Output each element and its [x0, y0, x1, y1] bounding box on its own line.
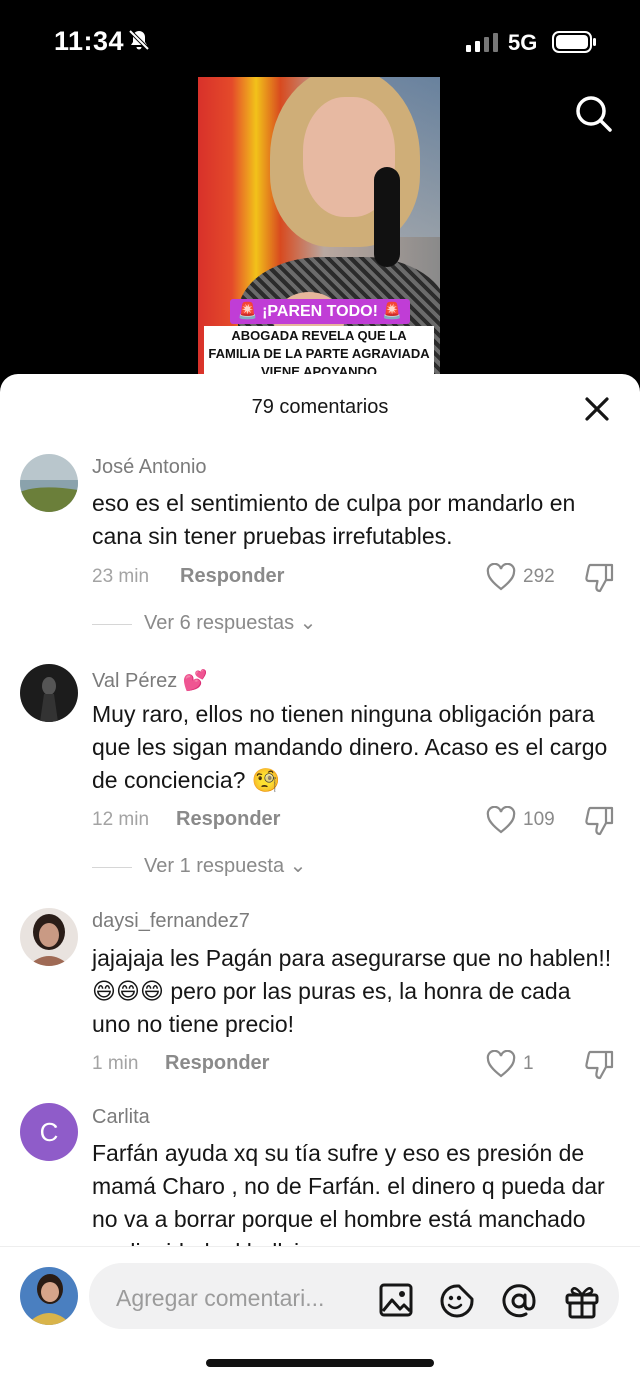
avatar[interactable]: C	[20, 1103, 78, 1161]
comment-item: Val Pérez 💕 Muy raro, ellos no tienen ni…	[0, 660, 640, 890]
comment-text: Muy raro, ellos no tienen ninguna obliga…	[92, 701, 608, 793]
video-preview[interactable]: 🚨 ¡PAREN TODO! 🚨 ABOGADA REVELA QUE LA F…	[198, 77, 440, 377]
like-count: 1	[523, 1053, 534, 1074]
gift-icon[interactable]	[565, 1283, 599, 1324]
comments-count: 79 comentarios	[251, 396, 389, 418]
comment-time: 12 min	[92, 809, 150, 830]
dislike-icon[interactable]	[584, 805, 614, 842]
image-icon[interactable]	[379, 1283, 413, 1322]
comment-time: 23 min	[92, 566, 150, 587]
reply-button[interactable]: Responder	[180, 565, 284, 588]
replies-divider	[92, 624, 132, 625]
comment-username[interactable]: Val Pérez 💕	[92, 668, 208, 693]
heart-icon[interactable]	[486, 805, 516, 839]
comment-item: daysi_fernandez7 jajajaja les Pagán para…	[0, 904, 640, 1104]
chevron-down-icon: ⌄	[289, 855, 307, 877]
view-replies-label: Ver 6 respuestas ⌄	[144, 612, 317, 634]
dislike-icon[interactable]	[584, 1049, 614, 1086]
video-caption: ABOGADA REVELA QUE LA FAMILIA DE LA PART…	[204, 326, 434, 377]
dislike-icon[interactable]	[584, 562, 614, 599]
close-icon[interactable]	[583, 395, 611, 428]
avatar[interactable]	[20, 1267, 78, 1325]
view-replies-button[interactable]: Ver 6 respuestas ⌄	[92, 610, 392, 640]
comments-header: 79 comentarios	[0, 374, 640, 442]
network-type: 5G	[508, 30, 538, 55]
heart-icon[interactable]	[486, 1049, 516, 1083]
video-banner: 🚨 ¡PAREN TODO! 🚨	[230, 299, 410, 324]
reply-button[interactable]: Responder	[165, 1052, 269, 1075]
avatar[interactable]	[20, 664, 78, 722]
heart-icon[interactable]	[486, 562, 516, 596]
replies-divider	[92, 867, 132, 868]
home-indicator[interactable]	[206, 1359, 434, 1367]
mention-icon[interactable]	[501, 1283, 537, 1324]
comment-text: eso es el sentimiento de culpa por manda…	[92, 490, 576, 549]
view-replies-label: Ver 1 respuesta ⌄	[144, 855, 307, 877]
sticker-icon[interactable]	[439, 1283, 475, 1324]
comments-sheet: 79 comentarios José Antonio eso es el se…	[0, 374, 640, 1387]
avatar[interactable]	[20, 908, 78, 966]
bell-muted-icon	[128, 29, 150, 56]
reply-button[interactable]: Responder	[176, 808, 280, 831]
comment-item: C Carlita Farfán ayuda xq su tía sufre y…	[0, 1102, 640, 1265]
status-bar: 11:34 5G	[0, 0, 640, 80]
search-icon[interactable]	[574, 94, 614, 139]
battery-icon	[552, 31, 598, 58]
comment-item: José Antonio eso es el sentimiento de cu…	[0, 450, 640, 650]
comment-text: jajajaja les Pagán para asegurarse que n…	[92, 945, 612, 1037]
microphone	[374, 167, 400, 267]
comment-input[interactable]: Agregar comentari...	[89, 1263, 619, 1329]
view-replies-button[interactable]: Ver 1 respuesta ⌄	[92, 853, 392, 883]
status-time: 11:34	[54, 26, 125, 56]
avatar[interactable]	[20, 454, 78, 512]
comment-username[interactable]: daysi_fernandez7	[92, 910, 250, 933]
chevron-down-icon: ⌄	[299, 612, 317, 634]
comment-username[interactable]: Carlita	[92, 1106, 150, 1129]
comment-username[interactable]: José Antonio	[92, 456, 207, 479]
comment-composer: Agregar comentari...	[0, 1246, 640, 1387]
like-count: 109	[523, 809, 555, 830]
comment-time: 1 min	[92, 1053, 139, 1074]
like-count: 292	[523, 566, 555, 587]
comment-input-placeholder: Agregar comentari...	[116, 1285, 325, 1311]
cellular-signal-icon	[466, 32, 500, 57]
